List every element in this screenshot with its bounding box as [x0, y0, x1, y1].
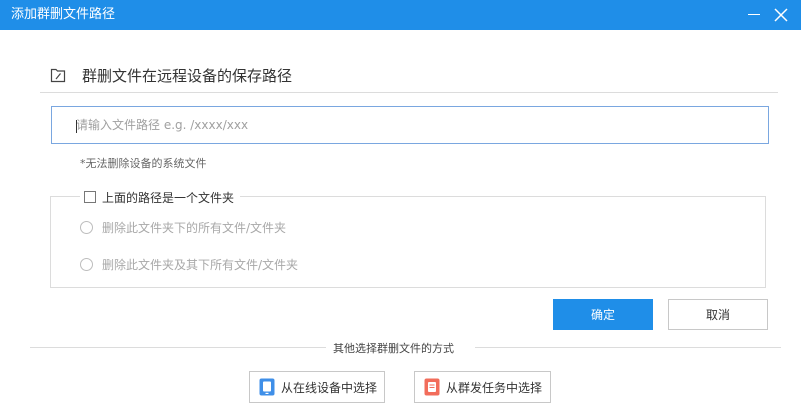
- close-icon: [774, 8, 788, 22]
- minimize-icon: [748, 14, 760, 15]
- choose-from-online-devices-button[interactable]: 从在线设备中选择: [249, 371, 385, 403]
- section-title: 群删文件在远程设备的保存路径: [82, 67, 293, 85]
- window-title: 添加群删文件路径: [11, 7, 116, 22]
- radio-delete-contents-row[interactable]: 删除此文件夹下的所有文件/文件夹: [80, 219, 286, 236]
- divider: [475, 347, 781, 348]
- folder-checkbox-row[interactable]: 上面的路径是一个文件夹: [80, 188, 241, 206]
- task-icon: [424, 378, 440, 396]
- radio-delete-folder-label[interactable]: 删除此文件夹及其下所有文件/文件夹: [102, 256, 298, 273]
- choose-from-batch-tasks-label: 从群发任务中选择: [446, 380, 543, 395]
- divider: [30, 347, 326, 348]
- radio-delete-folder[interactable]: [80, 258, 93, 271]
- is-folder-checkbox[interactable]: [84, 191, 96, 203]
- ok-button[interactable]: 确定: [553, 299, 653, 330]
- folder-edit-icon: [50, 68, 66, 83]
- radio-delete-contents-label[interactable]: 删除此文件夹下的所有文件/文件夹: [102, 219, 286, 236]
- title-bar[interactable]: 添加群删文件路径: [0, 0, 801, 30]
- path-input-box[interactable]: [51, 106, 769, 144]
- radio-delete-folder-row[interactable]: 删除此文件夹及其下所有文件/文件夹: [80, 256, 298, 273]
- is-folder-checkbox-label[interactable]: 上面的路径是一个文件夹: [102, 189, 234, 206]
- choose-from-online-devices-label: 从在线设备中选择: [281, 380, 378, 395]
- add-delete-path-dialog: 添加群删文件路径 群删文件在远程设备的保存路径 *无法删除设备的系统文件 上面的…: [0, 0, 801, 416]
- divider: [40, 92, 778, 93]
- folder-options-group: [50, 196, 766, 288]
- text-cursor: [76, 120, 77, 133]
- path-input[interactable]: [76, 107, 756, 143]
- close-button[interactable]: [766, 0, 796, 30]
- choose-from-batch-tasks-button[interactable]: 从群发任务中选择: [414, 371, 551, 403]
- phone-icon: [259, 378, 275, 396]
- radio-delete-contents[interactable]: [80, 221, 93, 234]
- cancel-button[interactable]: 取消: [668, 299, 768, 330]
- section-header: 群删文件在远程设备的保存路径: [50, 64, 770, 86]
- system-file-note: *无法删除设备的系统文件: [80, 157, 207, 170]
- other-methods-label: 其他选择群删文件的方式: [333, 342, 454, 355]
